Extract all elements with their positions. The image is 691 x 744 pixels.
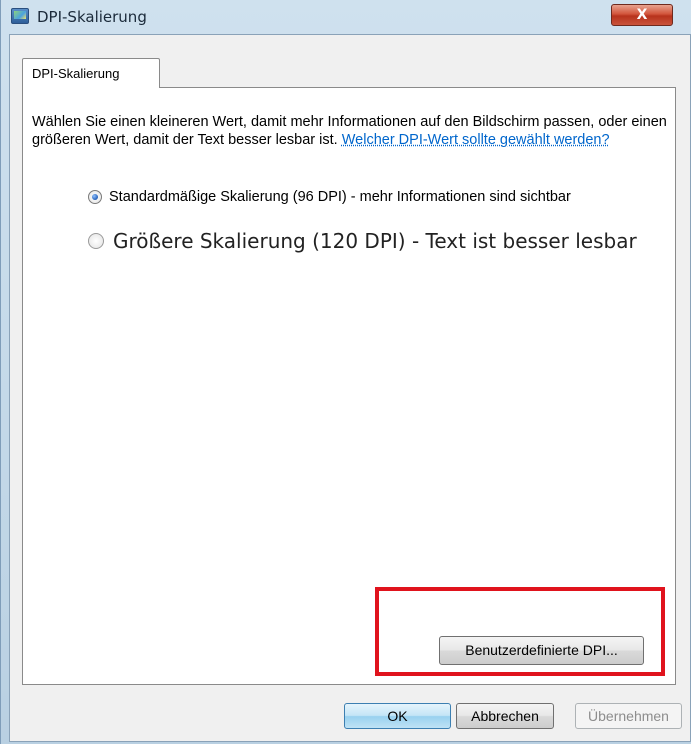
ok-button[interactable]: OK — [344, 703, 451, 729]
close-button[interactable]: X — [611, 4, 673, 26]
title-bar[interactable]: DPI-Skalierung X — [1, 0, 691, 36]
option-standard-scaling[interactable]: Standardmäßige Skalierung (96 DPI) - meh… — [88, 189, 571, 205]
window-title: DPI-Skalierung — [37, 8, 147, 26]
intro-text: Wählen Sie einen kleineren Wert, damit m… — [32, 113, 672, 149]
radio-standard-scaling[interactable] — [88, 190, 102, 204]
annotation-highlight-box — [375, 587, 665, 676]
option-label-larger: Größere Skalierung (120 DPI) - Text ist … — [113, 229, 637, 253]
radio-larger-scaling[interactable] — [88, 233, 104, 249]
tab-dpi-scaling[interactable]: DPI-Skalierung — [22, 58, 160, 88]
display-settings-icon — [11, 8, 29, 24]
help-link[interactable]: Welcher DPI-Wert sollte gewählt werden? — [342, 132, 610, 148]
apply-button: Übernehmen — [575, 703, 682, 729]
option-larger-scaling[interactable]: Größere Skalierung (120 DPI) - Text ist … — [88, 229, 637, 253]
cancel-button[interactable]: Abbrechen — [456, 703, 554, 729]
option-label-standard: Standardmäßige Skalierung (96 DPI) - meh… — [109, 189, 571, 205]
